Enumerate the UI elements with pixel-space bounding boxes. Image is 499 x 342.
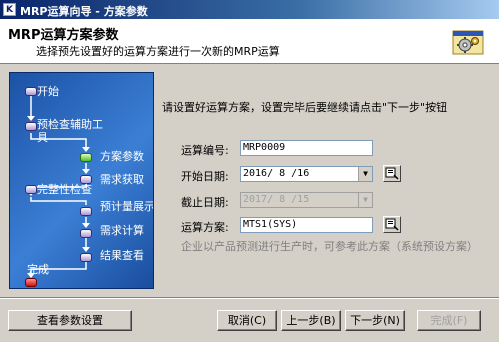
step-label: 方案参数 bbox=[100, 150, 144, 163]
start-date-label: 开始日期: bbox=[181, 170, 229, 183]
step-done-icon bbox=[25, 87, 37, 96]
step-label: 预计量展示 bbox=[100, 200, 154, 213]
date-lookup-button[interactable] bbox=[383, 165, 401, 182]
view-params-button[interactable]: 查看参数设置 bbox=[8, 310, 132, 331]
chevron-down-icon[interactable]: ▼ bbox=[358, 167, 372, 181]
cancel-button[interactable]: 取消(C) bbox=[217, 310, 277, 331]
plan-lookup-button[interactable] bbox=[383, 216, 401, 233]
page-subtitle: 选择预先设置好的运算方案进行一次新的MRP运算 bbox=[36, 45, 280, 58]
instruction-text: 请设置好运算方案，设置完毕后要继续请点击"下一步"按钮 bbox=[162, 101, 448, 114]
step-pending-icon bbox=[80, 229, 92, 238]
step-label: 完成 bbox=[27, 263, 49, 276]
step-label: 需求获取 bbox=[100, 173, 144, 186]
end-date-picker: 2017/ 8 /15 ▼ bbox=[240, 192, 373, 208]
next-button[interactable]: 下一步(N) bbox=[345, 310, 405, 331]
end-date-value: 2017/ 8 /15 bbox=[243, 194, 310, 205]
finish-button: 完成(F) bbox=[417, 310, 481, 331]
wizard-header: MRP运算方案参数 选择预先设置好的运算方案进行一次新的MRP运算 bbox=[0, 19, 499, 64]
start-date-picker[interactable]: 2016/ 8 /16 ▼ bbox=[240, 166, 373, 182]
bottom-separator bbox=[0, 297, 499, 299]
wizard-content: 请设置好运算方案，设置完毕后要继续请点击"下一步"按钮 运算编号: MRP000… bbox=[160, 72, 490, 289]
step-current-icon bbox=[80, 153, 92, 162]
chevron-down-icon: ▼ bbox=[358, 193, 372, 207]
title-bar[interactable]: K MRP运算向导 - 方案参数 bbox=[0, 0, 499, 19]
calc-no-input[interactable]: MRP0009 bbox=[240, 140, 373, 156]
step-pending-icon bbox=[80, 253, 92, 262]
start-date-value: 2016/ 8 /16 bbox=[243, 168, 310, 179]
plan-label: 运算方案: bbox=[181, 221, 229, 234]
plan-hint-text: 企业以产品预测进行生产时，可参考此方案（系统预设方案） bbox=[181, 240, 478, 253]
step-pending-icon bbox=[80, 207, 92, 216]
prev-button[interactable]: 上一步(B) bbox=[281, 310, 341, 331]
step-label: 需求计算 bbox=[100, 224, 144, 237]
window-title: MRP运算向导 - 方案参数 bbox=[20, 5, 148, 18]
app-logo-icon: K bbox=[3, 3, 16, 16]
lookup-icon bbox=[385, 218, 399, 231]
wizard-steps-panel: 开始 预检查辅助工具 方案参数 需求获取 完整性检查 预计量展示 需求计算 结果… bbox=[9, 72, 154, 289]
page-title: MRP运算方案参数 bbox=[8, 28, 119, 43]
step-label: 预检查辅助工具 bbox=[37, 118, 103, 144]
step-done-icon bbox=[25, 122, 37, 131]
end-date-label: 截止日期: bbox=[181, 196, 229, 209]
step-label: 开始 bbox=[37, 85, 59, 98]
step-finish-icon bbox=[25, 278, 37, 287]
step-label: 完整性检查 bbox=[37, 183, 92, 196]
step-label: 结果查看 bbox=[100, 249, 144, 262]
step-pending-icon bbox=[25, 185, 37, 194]
lookup-icon bbox=[385, 167, 399, 180]
gear-settings-icon bbox=[452, 28, 484, 56]
plan-input[interactable]: MTS1(SYS) bbox=[240, 217, 373, 233]
calc-no-label: 运算编号: bbox=[181, 144, 229, 157]
